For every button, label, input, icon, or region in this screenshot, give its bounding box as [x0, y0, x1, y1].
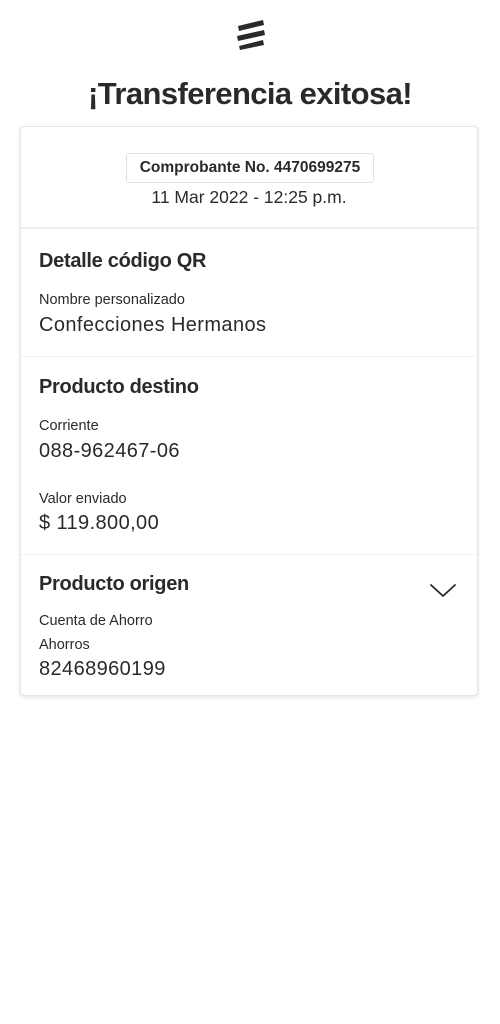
- destination-product-section: Producto destino Corriente 088-962467-06…: [21, 357, 477, 555]
- amount-sent-label: Valor enviado: [39, 491, 127, 507]
- origin-account-number: 82468960199: [39, 658, 166, 680]
- amount-sent-value: $ 119.800,00: [39, 512, 160, 534]
- custom-name-value: Confecciones Hermanos: [39, 314, 267, 336]
- custom-name-label: Nombre personalizado: [39, 292, 185, 308]
- qr-detail-title: Detalle código QR: [39, 250, 207, 272]
- receipt-section: Comprobante No. 4470699275 11 Mar 2022 -…: [21, 127, 477, 229]
- qr-detail-section: Detalle código QR Nombre personalizado C…: [21, 229, 477, 357]
- page-title: ¡Transferencia exitosa!: [88, 76, 413, 111]
- bank-logo-icon: [234, 18, 268, 50]
- destination-account-number: 088-962467-06: [39, 440, 180, 462]
- receipt-number-badge: Comprobante No. 4470699275: [126, 153, 374, 183]
- destination-product-title: Producto destino: [39, 376, 199, 398]
- receipt-datetime: 11 Mar 2022 - 12:25 p.m.: [151, 187, 347, 207]
- destination-account-type: Corriente: [39, 418, 99, 434]
- transfer-success-screen: ¡Transferencia exitosa! Comprobante No. …: [0, 0, 500, 1024]
- chevron-down-icon[interactable]: [429, 583, 457, 599]
- origin-product-section[interactable]: Producto origen Cuenta de Ahorro Ahorros…: [21, 555, 477, 697]
- transfer-details-card: Comprobante No. 4470699275 11 Mar 2022 -…: [20, 126, 478, 696]
- origin-account-type: Cuenta de Ahorro: [39, 613, 153, 629]
- origin-product-title: Producto origen: [39, 573, 189, 595]
- origin-account-subtype: Ahorros: [39, 637, 90, 653]
